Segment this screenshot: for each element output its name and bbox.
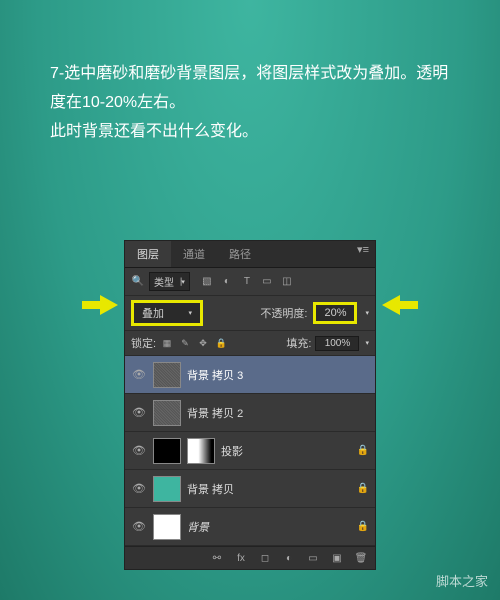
- lock-icons: ▦ ✎ ✥ 🔒: [160, 336, 228, 350]
- lock-icon: 🔒: [357, 445, 369, 456]
- lock-transparency-icon[interactable]: ▦: [160, 336, 174, 350]
- lock-icon: 🔒: [357, 521, 369, 532]
- opacity-input[interactable]: 20%: [313, 302, 357, 324]
- lock-row: 锁定: ▦ ✎ ✥ 🔒 填充: 100% ▾: [125, 331, 375, 356]
- group-icon[interactable]: ▭: [305, 551, 321, 565]
- layer-row[interactable]: 👁 背景 拷贝 2: [125, 394, 375, 432]
- blend-mode-dropdown[interactable]: 叠加 ▾: [131, 300, 203, 326]
- blend-mode-value: 叠加: [142, 305, 164, 321]
- instruction-text: 7-选中磨砂和磨砂背景图层，将图层样式改为叠加。透明度在10-20%左右。 此时…: [50, 60, 450, 146]
- fill-label: 填充:: [286, 335, 311, 351]
- trash-icon[interactable]: 🗑: [353, 551, 369, 565]
- layer-thumbnail[interactable]: [153, 362, 181, 388]
- lock-label: 锁定:: [131, 335, 156, 351]
- panel-tabs: 图层 通道 路径 ▾≡: [125, 241, 375, 268]
- layer-name[interactable]: 背景 拷贝: [187, 481, 351, 497]
- layers-panel: 图层 通道 路径 ▾≡ 🔍 类型 ▕▾ ▧ ◐ T ▭ ◫ 叠加 ▾ 不透明度:…: [124, 240, 376, 570]
- adjustment-icon[interactable]: ◐: [281, 551, 297, 565]
- visibility-icon[interactable]: 👁: [131, 406, 147, 419]
- layer-mask-thumbnail[interactable]: [187, 438, 215, 464]
- mask-icon[interactable]: ◻: [257, 551, 273, 565]
- search-icon[interactable]: 🔍: [131, 275, 145, 289]
- filter-type-label: 类型: [154, 274, 174, 289]
- visibility-icon[interactable]: 👁: [131, 444, 147, 457]
- watermark-text: 脚本之家: [436, 574, 488, 589]
- visibility-icon[interactable]: 👁: [131, 482, 147, 495]
- tab-layers[interactable]: 图层: [125, 241, 171, 267]
- fill-input[interactable]: 100%: [315, 336, 359, 351]
- layer-row[interactable]: 👁 背景 拷贝 🔒: [125, 470, 375, 508]
- lock-all-icon[interactable]: 🔒: [214, 336, 228, 350]
- layer-thumbnail[interactable]: [153, 476, 181, 502]
- filter-adjust-icon[interactable]: ◐: [220, 275, 234, 289]
- opacity-label: 不透明度:: [260, 305, 307, 321]
- layer-thumbnail[interactable]: [153, 438, 181, 464]
- chevron-down-icon: ▾: [188, 309, 192, 317]
- instruction-line1: 7-选中磨砂和磨砂背景图层，将图层样式改为叠加。透明度在10-20%左右。: [50, 60, 450, 118]
- instruction-line2: 此时背景还看不出什么变化。: [50, 118, 450, 147]
- filter-row: 🔍 类型 ▕▾ ▧ ◐ T ▭ ◫: [125, 268, 375, 296]
- panel-bottom-bar: ⚯ fx ◻ ◐ ▭ ▣ 🗑: [125, 546, 375, 569]
- fill-value-text: 100%: [325, 338, 351, 349]
- link-layers-icon[interactable]: ⚯: [209, 551, 225, 565]
- lock-position-icon[interactable]: ✥: [196, 336, 210, 350]
- fx-icon[interactable]: fx: [233, 551, 249, 565]
- visibility-icon[interactable]: 👁: [131, 520, 147, 533]
- filter-type-dropdown[interactable]: 类型 ▕▾: [149, 272, 190, 291]
- blend-row: 叠加 ▾ 不透明度: 20% ▾: [125, 296, 375, 331]
- filter-shape-icon[interactable]: ▭: [260, 275, 274, 289]
- layer-row[interactable]: 👁 投影 🔒: [125, 432, 375, 470]
- lock-pixels-icon[interactable]: ✎: [178, 336, 192, 350]
- layer-thumbnail[interactable]: [153, 400, 181, 426]
- layer-name[interactable]: 背景 拷贝 3: [187, 367, 369, 383]
- filter-icons: ▧ ◐ T ▭ ◫: [200, 275, 294, 289]
- visibility-icon[interactable]: 👁: [131, 368, 147, 381]
- layers-list: 👁 背景 拷贝 3 👁 背景 拷贝 2 👁 投影 🔒 👁 背景 拷贝 🔒 👁 背…: [125, 356, 375, 546]
- panel-menu-icon[interactable]: ▾≡: [351, 241, 375, 267]
- layer-name[interactable]: 背景: [187, 519, 351, 535]
- layer-row[interactable]: 👁 背景 拷贝 3: [125, 356, 375, 394]
- tab-paths[interactable]: 路径: [217, 241, 263, 267]
- filter-text-icon[interactable]: T: [240, 275, 254, 289]
- new-layer-icon[interactable]: ▣: [329, 551, 345, 565]
- filter-smart-icon[interactable]: ◫: [280, 275, 294, 289]
- layer-thumbnail[interactable]: [153, 514, 181, 540]
- watermark: 脚本之家: [436, 571, 488, 590]
- layer-name[interactable]: 投影: [221, 443, 351, 459]
- lock-icon: 🔒: [357, 483, 369, 494]
- tab-channels[interactable]: 通道: [171, 241, 217, 267]
- chevron-down-icon: ▕▾: [176, 278, 185, 286]
- annotation-arrow-right: [382, 293, 418, 317]
- annotation-arrow-left: [82, 293, 118, 317]
- chevron-down-icon[interactable]: ▾: [365, 309, 369, 317]
- chevron-down-icon[interactable]: ▾: [365, 339, 369, 347]
- opacity-value-text: 20%: [324, 307, 346, 319]
- layer-row[interactable]: 👁 背景 🔒: [125, 508, 375, 546]
- layer-name[interactable]: 背景 拷贝 2: [187, 405, 369, 421]
- filter-pixel-icon[interactable]: ▧: [200, 275, 214, 289]
